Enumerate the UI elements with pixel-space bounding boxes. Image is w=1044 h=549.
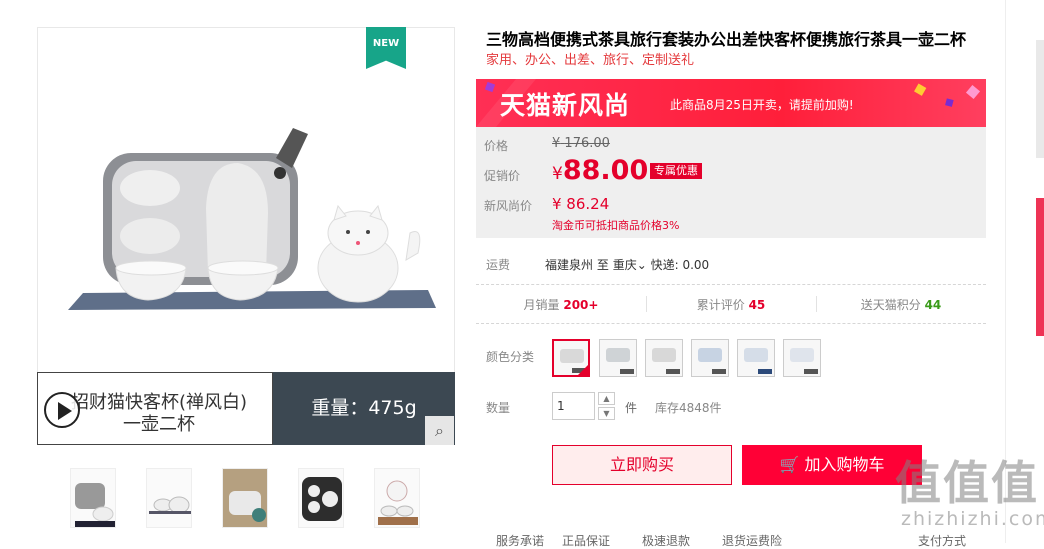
sale-price-value: 88.00	[562, 155, 649, 186]
list-price-label: 价格	[484, 139, 509, 153]
service-label: 服务承诺	[496, 534, 545, 548]
service-fast-refund[interactable]: 极速退款	[642, 532, 690, 549]
quantity-label: 数量	[486, 401, 511, 415]
monthly-sales-label: 月销量	[523, 298, 560, 312]
side-recommendation-1[interactable]	[1036, 40, 1044, 158]
thumbnail-1[interactable]	[70, 468, 116, 528]
stock-count: 库存4848件	[655, 401, 722, 415]
thumbnail-4[interactable]	[298, 468, 344, 528]
payment-methods[interactable]: 支付方式	[918, 532, 966, 549]
divider	[476, 323, 986, 324]
monthly-sales: 月销量 200+	[476, 296, 646, 313]
service-genuine[interactable]: 正品保证	[562, 532, 610, 549]
quantity-input[interactable]	[552, 392, 595, 420]
quantity-unit: 件	[625, 401, 638, 415]
color-option-label: 颜色分类	[486, 350, 535, 364]
color-swatch-6[interactable]	[783, 339, 821, 377]
sale-price: ¥88.00	[552, 155, 648, 186]
quantity-decrease-button[interactable]: ▼	[598, 407, 615, 420]
thumbnail-3[interactable]	[222, 468, 268, 528]
list-price-value: 176.00	[564, 136, 610, 151]
cart-icon: 🛒	[779, 455, 800, 474]
color-swatch-2[interactable]	[599, 339, 637, 377]
side-recommendation-2[interactable]	[1036, 198, 1044, 336]
shipping-fee: 快递: 0.00	[650, 258, 710, 272]
add-to-cart-label[interactable]: 加入购物车	[805, 455, 885, 474]
product-title: 三物高档便携式茶具旅行套装办公出差快客杯便携旅行茶具一壶二杯	[486, 30, 967, 49]
divider	[476, 284, 986, 285]
review-count-value[interactable]: 45	[749, 298, 766, 312]
promo-notice: 此商品8月25日开卖，请提前加购!	[670, 98, 854, 112]
service-return-insurance[interactable]: 退货运费险	[722, 532, 782, 549]
list-price: ¥ 176.00	[552, 136, 610, 151]
thumbnail-5[interactable]	[374, 468, 420, 528]
review-count[interactable]: 累计评价 45	[646, 296, 816, 313]
chevron-down-icon[interactable]: ⌄	[637, 258, 647, 272]
sales-stats: 月销量 200+ 累计评价 45 送天猫积分 44	[476, 296, 986, 312]
thumbnail-2[interactable]	[146, 468, 192, 528]
watermark-url: zhizhizhi.com	[901, 508, 1044, 530]
product-caption: 招财猫快客杯(禅风白) 一壶二杯	[70, 392, 248, 435]
sale-price-currency: ¥	[552, 164, 563, 184]
shipping-to-word: 至	[596, 258, 609, 272]
promo-logo: 天猫新风尚	[500, 91, 631, 120]
fashion-price: ¥ 86.24	[552, 195, 610, 213]
tmall-points: 送天猫积分 44	[816, 296, 986, 313]
color-swatch-1[interactable]	[552, 339, 590, 377]
color-swatch-3[interactable]	[645, 339, 683, 377]
monthly-sales-value: 200+	[563, 298, 599, 312]
shipping-origin: 福建泉州	[545, 258, 594, 272]
color-swatch-4[interactable]	[691, 339, 729, 377]
exclusive-discount-tag: 专属优惠	[650, 163, 702, 179]
selected-check-icon	[578, 365, 588, 375]
list-price-currency: ¥	[552, 136, 561, 151]
shipping-label: 运费	[486, 258, 511, 272]
fashion-price-label: 新风尚价	[484, 199, 533, 213]
shipping-destination[interactable]: 重庆	[613, 258, 637, 272]
color-swatch-5[interactable]	[737, 339, 775, 377]
destination-selector[interactable]: 重庆⌄	[613, 258, 647, 272]
coin-deduction-note: 淘金币可抵扣商品价格3%	[552, 219, 680, 232]
buy-now-button[interactable]: 立即购买	[552, 445, 732, 485]
quantity-increase-button[interactable]: ▲	[598, 392, 615, 405]
sale-price-label: 促销价	[484, 169, 521, 183]
shipping-info: 福建泉州 至 重庆⌄ 快递: 0.00	[545, 256, 709, 273]
tmall-points-label: 送天猫积分	[860, 298, 921, 312]
review-count-label[interactable]: 累计评价	[697, 298, 745, 312]
site-watermark: 值值值 zhizhizhi.com	[895, 458, 1044, 530]
search-icon[interactable]: ⌕	[425, 416, 454, 445]
watermark-logo: 值值值	[895, 456, 1039, 510]
product-subtitle: 家用、办公、出差、旅行、定制送礼	[486, 53, 695, 68]
tmall-points-value: 44	[924, 298, 942, 312]
play-icon[interactable]	[44, 392, 80, 428]
